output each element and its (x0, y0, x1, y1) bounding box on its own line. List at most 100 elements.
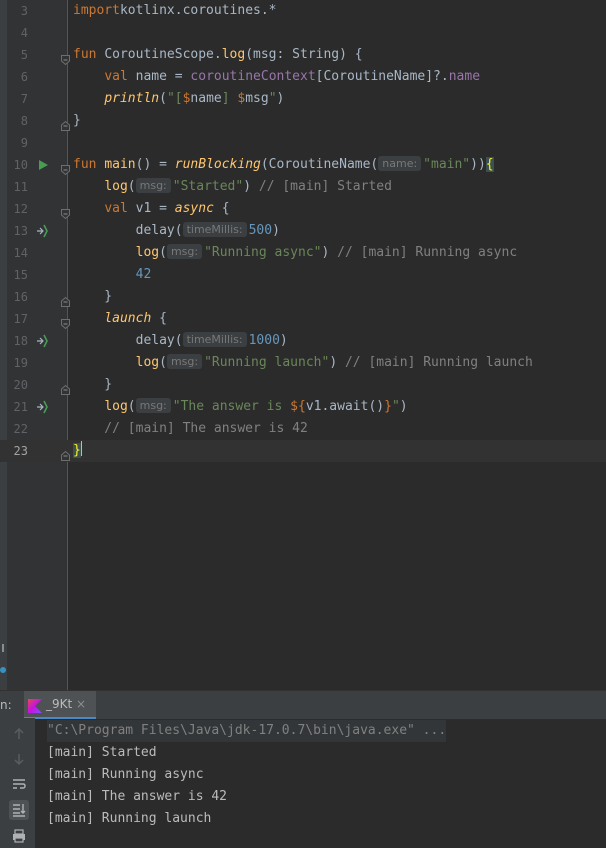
fold-close-icon[interactable] (61, 380, 70, 395)
code-line[interactable]: 13 delay(timeMillis: 500) (0, 220, 606, 242)
code-line[interactable]: 19 log(msg: "Running launch") // [main] R… (0, 352, 606, 374)
code-token: fun (73, 47, 105, 62)
print-icon[interactable] (11, 828, 27, 844)
suspend-call-icon (36, 330, 50, 352)
code-token: // [main] Running async (329, 245, 518, 260)
code-token: launch (104, 311, 152, 326)
fold-open-icon[interactable] (61, 314, 70, 330)
code-text: fun CoroutineScope.log(msg: String) { (73, 44, 363, 66)
code-line[interactable]: 10 fun main() = runBlocking(CoroutineName… (0, 154, 606, 176)
console-output[interactable]: "C:\Program Files\Java\jdk-17.0.7\bin\ja… (47, 720, 447, 830)
fold-close-icon[interactable] (61, 116, 70, 131)
code-line[interactable]: 21 log(msg: "The answer is ${v1.await()}"… (0, 396, 606, 418)
code-line[interactable]: 15 42 (0, 264, 606, 286)
code-line[interactable]: 14 log(msg: "Running async") // [main] Ru… (0, 242, 606, 264)
run-icon[interactable] (36, 154, 50, 176)
code-line[interactable]: 8} (0, 110, 606, 132)
code-token: )) (470, 157, 486, 172)
line-number: 20 (13, 378, 28, 392)
code-token: CoroutineScope. (104, 47, 222, 62)
code-text: val name = coroutineContext[CoroutineNam… (73, 66, 480, 88)
code-token: 500 (248, 223, 273, 238)
code-line[interactable]: 11 log(msg: "Started") // [main] Started (0, 176, 606, 198)
code-token: { (151, 311, 167, 326)
code-token: name (190, 91, 222, 106)
code-token: "main" (423, 157, 471, 172)
code-line[interactable]: 3 importkotlinx.coroutines.* (0, 0, 606, 22)
run-header: n: _9Kt × (0, 690, 606, 719)
code-line[interactable]: 23} (0, 440, 606, 462)
suspend-call-icon (36, 220, 50, 242)
code-line[interactable]: 5 fun CoroutineScope.log(msg: String) { (0, 44, 606, 66)
line-number: 19 (13, 356, 28, 370)
close-icon[interactable]: × (76, 691, 86, 717)
code-token: ) (329, 355, 338, 370)
code-text: } (73, 110, 81, 132)
parameter-hint: msg: (166, 354, 203, 369)
fold-open-icon[interactable] (61, 160, 70, 176)
scroll-to-end-icon[interactable] (9, 800, 29, 820)
code-token: 42 (135, 267, 152, 282)
matched-brace: } (73, 443, 81, 458)
fold-open-icon[interactable] (61, 50, 70, 66)
code-token: // [main] The answer is 42 (73, 421, 308, 436)
line-number: 12 (13, 202, 28, 216)
code-line[interactable]: 20 } (0, 374, 606, 396)
code-token: ) (243, 179, 252, 194)
code-line[interactable]: 4 (0, 22, 606, 44)
soft-wrap-icon[interactable] (11, 776, 27, 792)
line-number: 10 (13, 158, 28, 172)
code-line[interactable]: 9 (0, 132, 606, 154)
console-line: [main] Running async (47, 767, 204, 782)
code-text: } (73, 440, 82, 462)
parameter-hint: name: (378, 156, 422, 171)
code-token: // [main] Started (251, 179, 392, 194)
fold-close-icon[interactable] (61, 446, 70, 461)
code-editor[interactable]: 3 importkotlinx.coroutines.* 4 5 fun Corouti… (0, 0, 606, 690)
code-token: ( (159, 245, 167, 260)
code-text: launch { (73, 308, 167, 330)
code-token: { (213, 201, 230, 216)
fold-open-icon[interactable] (61, 204, 70, 220)
code-text: } (73, 374, 112, 396)
code-token: log (221, 47, 246, 62)
code-token: ) (279, 333, 288, 348)
code-token: runBlocking (174, 157, 261, 172)
code-token: println (104, 91, 160, 106)
code-line[interactable]: 17 launch { (0, 308, 606, 330)
code-text: val v1 = async { (73, 198, 230, 220)
code-token: delay( (73, 333, 183, 348)
line-number: 22 (13, 422, 28, 436)
line-number: 14 (13, 246, 28, 260)
code-line[interactable]: 12 val v1 = async { (0, 198, 606, 220)
console-line: [main] The answer is 42 (47, 789, 228, 804)
line-number: 5 (20, 48, 28, 62)
fold-close-icon[interactable] (61, 292, 70, 307)
code-token: ( (127, 179, 136, 194)
code-line[interactable]: 18 delay(timeMillis: 1000) (0, 330, 606, 352)
code-line[interactable]: 22 // [main] The answer is 42 (0, 418, 606, 440)
code-token: ( (159, 355, 167, 370)
line-number: 15 (13, 268, 28, 282)
code-token: import (73, 3, 120, 18)
run-panel-label: n: (0, 698, 12, 712)
tab-label: _9Kt (46, 697, 73, 711)
line-number: 21 (13, 400, 28, 414)
code-text: fun main() = runBlocking(CoroutineName(n… (73, 154, 494, 176)
code-token: } (73, 377, 113, 392)
text-caret (80, 441, 82, 456)
code-token: name (448, 69, 481, 84)
line-number: 11 (13, 180, 28, 194)
code-token: ( (127, 399, 136, 414)
down-arrow-icon[interactable] (11, 751, 27, 767)
code-token: ) (399, 399, 408, 414)
code-token: msg (245, 91, 269, 106)
tab-run-config[interactable]: _9Kt × (24, 691, 96, 719)
code-line[interactable]: 7 println("[$name] $msg") (0, 88, 606, 110)
code-token: "Running launch" (204, 355, 330, 370)
code-line[interactable]: 6 val name = coroutineContext[CoroutineN… (0, 66, 606, 88)
up-arrow-icon[interactable] (11, 726, 27, 742)
code-line[interactable]: 16 } (0, 286, 606, 308)
